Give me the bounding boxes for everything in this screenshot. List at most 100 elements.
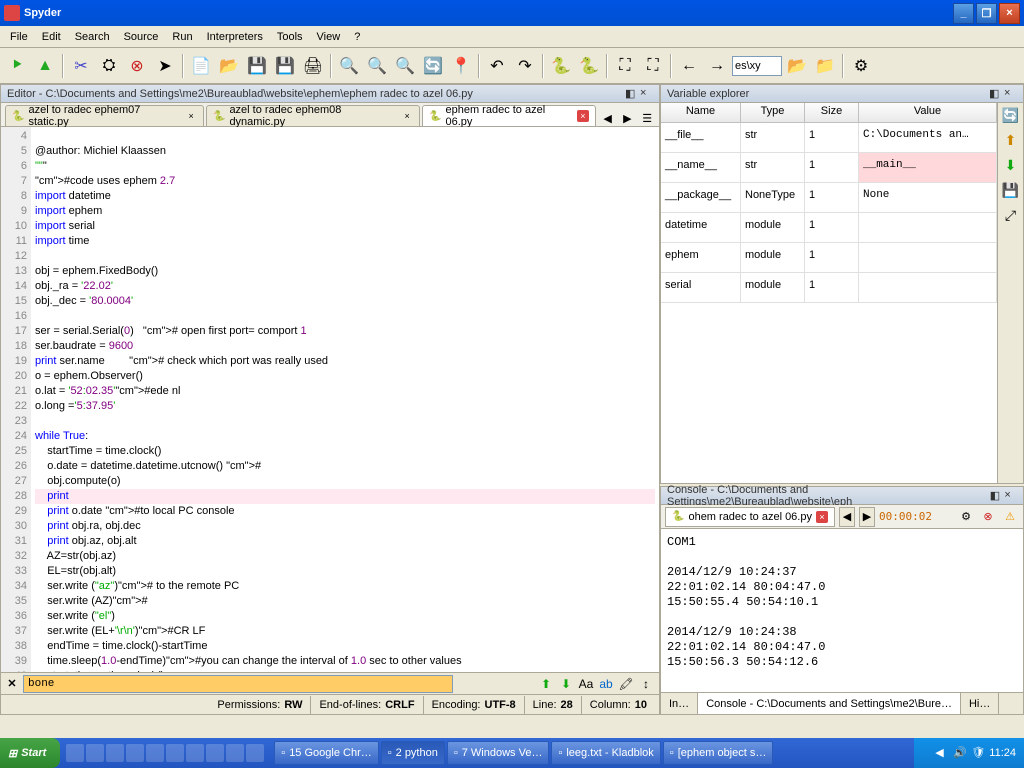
print-icon[interactable]: 🖨 bbox=[300, 53, 326, 79]
menu-edit[interactable]: Edit bbox=[36, 29, 67, 45]
ql-icon[interactable] bbox=[86, 744, 104, 762]
taskbar-button[interactable]: ▫7 Windows Ve… bbox=[447, 741, 550, 765]
varexp-table[interactable]: __file__str1C:\Documents an…__name__str1… bbox=[661, 123, 997, 483]
max-icon[interactable]: ⛶ bbox=[612, 53, 638, 79]
search-replace-icon[interactable]: ↕ bbox=[637, 675, 655, 693]
varexp-row[interactable]: serialmodule1 bbox=[661, 273, 997, 303]
save-all-icon[interactable]: 💾 bbox=[272, 53, 298, 79]
full-icon[interactable]: ⛶ bbox=[640, 53, 666, 79]
search-word-icon[interactable]: ab bbox=[597, 675, 615, 693]
goto-icon[interactable]: 📍 bbox=[448, 53, 474, 79]
tray-icon[interactable]: 🔊 bbox=[953, 746, 967, 760]
menu-source[interactable]: Source bbox=[118, 29, 165, 45]
tray-icon[interactable]: 🛡 bbox=[971, 746, 985, 760]
minimize-button[interactable]: _ bbox=[953, 3, 974, 24]
undo-icon[interactable]: ↶ bbox=[484, 53, 510, 79]
ql-icon[interactable] bbox=[186, 744, 204, 762]
tab-list-icon[interactable]: ☰ bbox=[639, 110, 655, 126]
tray-icon[interactable]: ◀ bbox=[935, 746, 949, 760]
console-bottom-tab[interactable]: Hi… bbox=[961, 693, 999, 714]
search-close-icon[interactable]: ✕ bbox=[5, 677, 19, 690]
console-bottom-tab[interactable]: In… bbox=[661, 693, 698, 714]
ql-icon[interactable] bbox=[106, 744, 124, 762]
save-icon[interactable]: 💾 bbox=[244, 53, 270, 79]
import-icon[interactable]: ⬆ bbox=[1005, 132, 1017, 149]
varexp-row[interactable]: ephemmodule1 bbox=[661, 243, 997, 273]
taskbar-button[interactable]: ▫leeg.txt - Kladblok bbox=[551, 741, 660, 765]
options-icon[interactable]: ⤢ bbox=[1005, 207, 1016, 224]
workdir-combo[interactable] bbox=[732, 56, 782, 76]
varexp-row[interactable]: datetimemodule1 bbox=[661, 213, 997, 243]
search-input[interactable] bbox=[23, 675, 453, 693]
console-tab[interactable]: 🐍 ohem radec to azel 06.py × bbox=[665, 507, 835, 527]
redo-icon[interactable]: ↷ bbox=[512, 53, 538, 79]
menu-search[interactable]: Search bbox=[69, 29, 116, 45]
console-opts-icon[interactable]: ⚙ bbox=[957, 508, 975, 526]
console-output[interactable]: COM1 2014/12/9 10:24:37 22:01:02.14 80:0… bbox=[661, 529, 1023, 692]
system-tray[interactable]: ◀ 🔊 🛡 11:24 bbox=[914, 738, 1024, 768]
editor-tab[interactable]: 🐍azel to radec ephem08 dynamic.py× bbox=[206, 105, 420, 126]
tab-close-icon[interactable]: × bbox=[401, 110, 413, 122]
run-icon[interactable]: ⯈ bbox=[4, 53, 30, 79]
find-next-icon[interactable]: 🔍 bbox=[364, 53, 390, 79]
varexp-undock-icon[interactable]: ◧ bbox=[989, 87, 1002, 100]
search-case-icon[interactable]: Aa bbox=[577, 675, 595, 693]
menu-file[interactable]: File bbox=[4, 29, 34, 45]
step-icon[interactable]: ⛭ bbox=[96, 53, 122, 79]
console-bottom-tab[interactable]: Console - C:\Documents and Settings\me2\… bbox=[698, 693, 961, 714]
close-button[interactable]: × bbox=[999, 3, 1020, 24]
taskbar-button[interactable]: ▫2 python bbox=[381, 741, 445, 765]
varexp-col-value[interactable]: Value bbox=[859, 103, 997, 122]
undock-icon[interactable]: ◧ bbox=[625, 87, 638, 100]
tab-nav-icon[interactable]: ▶ bbox=[619, 110, 635, 126]
ql-icon[interactable] bbox=[146, 744, 164, 762]
parent-icon[interactable]: 📁 bbox=[812, 53, 838, 79]
ql-icon[interactable] bbox=[126, 744, 144, 762]
find-files-icon[interactable]: 🔍 bbox=[392, 53, 418, 79]
ql-icon[interactable] bbox=[166, 744, 184, 762]
varexp-row[interactable]: __file__str1C:\Documents an… bbox=[661, 123, 997, 153]
menu-view[interactable]: View bbox=[311, 29, 347, 45]
tab-nav-icon[interactable]: ◀ bbox=[600, 110, 616, 126]
taskbar-button[interactable]: ▫15 Google Chr… bbox=[274, 741, 378, 765]
menu-?[interactable]: ? bbox=[348, 29, 366, 45]
editor-tab[interactable]: 🐍ephem radec to azel 06.py× bbox=[422, 105, 596, 126]
ql-icon[interactable] bbox=[246, 744, 264, 762]
varexp-col-size[interactable]: Size bbox=[805, 103, 859, 122]
varexp-col-name[interactable]: Name bbox=[661, 103, 741, 122]
browse-icon[interactable]: 📂 bbox=[784, 53, 810, 79]
varexp-row[interactable]: __name__str1__main__ bbox=[661, 153, 997, 183]
back-icon[interactable]: ← bbox=[676, 53, 702, 79]
tab-close-icon[interactable]: × bbox=[185, 110, 197, 122]
fwd-icon[interactable]: → bbox=[704, 53, 730, 79]
menu-run[interactable]: Run bbox=[166, 29, 198, 45]
taskbar-button[interactable]: ▫[ephem object s… bbox=[663, 741, 774, 765]
replace-icon[interactable]: 🔄 bbox=[420, 53, 446, 79]
new-file-icon[interactable]: 📄 bbox=[188, 53, 214, 79]
console-prev-icon[interactable]: ◀ bbox=[839, 507, 855, 527]
varexp-col-type[interactable]: Type bbox=[741, 103, 805, 122]
code-editor[interactable]: @author: Michiel Klaassen """ "cm">#code… bbox=[31, 127, 659, 672]
python-new-icon[interactable]: 🐍 bbox=[576, 53, 602, 79]
find-icon[interactable]: 🔍 bbox=[336, 53, 362, 79]
ql-icon[interactable] bbox=[66, 744, 84, 762]
save-ws-icon[interactable]: 💾 bbox=[1002, 182, 1019, 199]
prefs-icon[interactable]: ⚙ bbox=[848, 53, 874, 79]
open-file-icon[interactable]: 📂 bbox=[216, 53, 242, 79]
console-stop-icon[interactable]: ⊗ bbox=[979, 508, 997, 526]
menu-interpreters[interactable]: Interpreters bbox=[201, 29, 269, 45]
refresh-icon[interactable]: 🔄 bbox=[1002, 107, 1019, 124]
ql-icon[interactable] bbox=[226, 744, 244, 762]
stop-icon[interactable]: ⊗ bbox=[124, 53, 150, 79]
run-config-icon[interactable]: ▲ bbox=[32, 53, 58, 79]
varexp-row[interactable]: __package__NoneType1None bbox=[661, 183, 997, 213]
console-next-icon[interactable]: ▶ bbox=[859, 507, 875, 527]
continue-icon[interactable]: ➤ bbox=[152, 53, 178, 79]
editor-tab[interactable]: 🐍azel to radec ephem07 static.py× bbox=[5, 105, 204, 126]
search-hl-icon[interactable]: 🖍 bbox=[617, 675, 635, 693]
console-warn-icon[interactable]: ⚠ bbox=[1001, 508, 1019, 526]
console-undock-icon[interactable]: ◧ bbox=[990, 489, 1003, 502]
console-close-icon[interactable]: × bbox=[1004, 489, 1017, 502]
start-button[interactable]: ⊞Start bbox=[0, 738, 60, 768]
menu-tools[interactable]: Tools bbox=[271, 29, 309, 45]
